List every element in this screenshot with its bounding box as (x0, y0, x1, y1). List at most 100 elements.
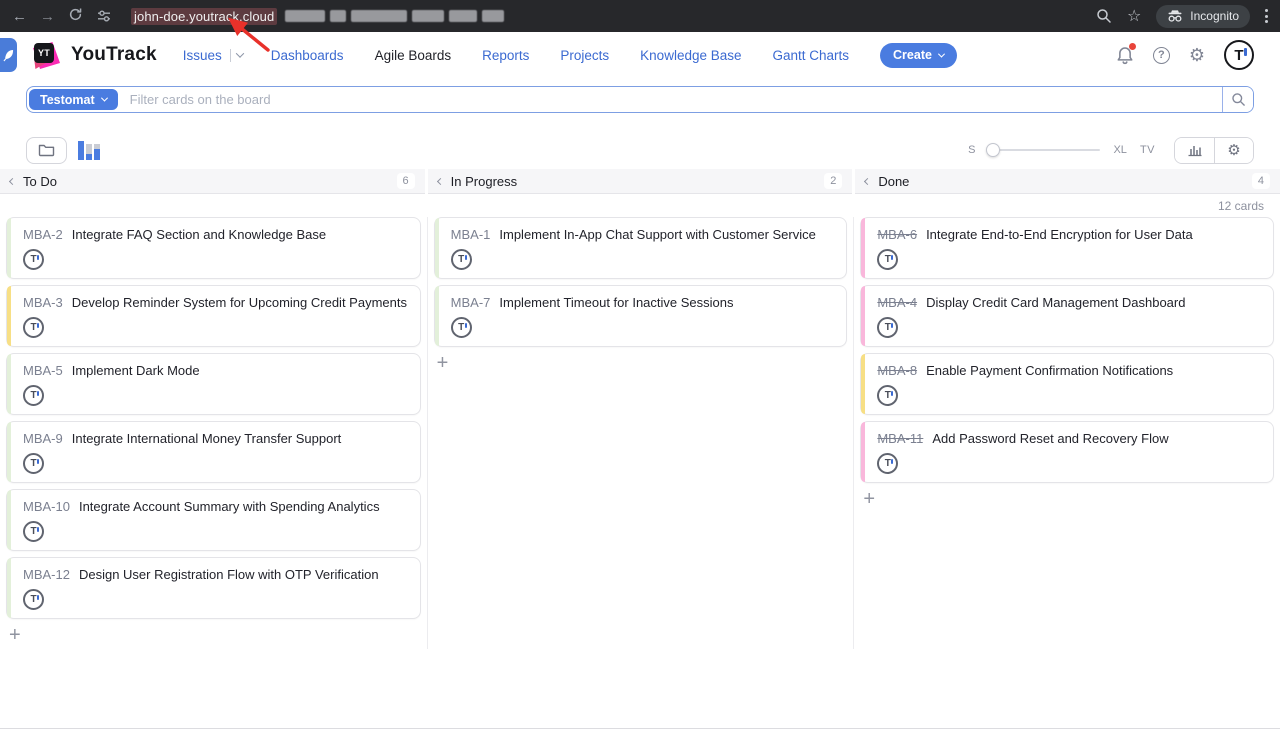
nav-item-knowledge-base[interactable]: Knowledge Base (640, 48, 741, 63)
nav-divider (230, 49, 231, 62)
youtrack-logo-icon[interactable]: YT (30, 39, 62, 71)
assignee-avatar[interactable]: T (23, 521, 44, 542)
backlog-folder-button[interactable] (26, 137, 67, 164)
filter-cards-input[interactable] (120, 92, 1222, 107)
bookmark-star-icon[interactable]: ☆ (1127, 6, 1141, 26)
assignee-avatar[interactable]: T (23, 589, 44, 610)
column-in-progress: MBA-1 Implement In-App Chat Support with … (427, 217, 854, 649)
zoom-page-icon[interactable] (1096, 8, 1112, 24)
collapse-column-icon[interactable] (437, 177, 444, 184)
collapse-column-icon[interactable] (864, 177, 871, 184)
nav-item-gantt-charts[interactable]: Gantt Charts (773, 48, 850, 63)
toolbar-right: S XL TV ⚙ (968, 137, 1254, 164)
card-title: Implement In-App Chat Support with Custo… (499, 227, 815, 242)
avatar-accent-mark (37, 391, 39, 396)
board-view-chart-icon[interactable] (78, 140, 100, 160)
avatar-letter: T (30, 322, 36, 333)
nav-item-dashboards[interactable]: Dashboards (271, 48, 344, 63)
assignee-avatar[interactable]: T (23, 453, 44, 474)
address-bar[interactable]: john-doe.youtrack.cloud (131, 8, 1083, 25)
card-id[interactable]: MBA-1 (451, 227, 491, 242)
nav-item-reports[interactable]: Reports (482, 48, 529, 63)
card-mba-6[interactable]: MBA-6Integrate End-to-End Encryption for… (860, 217, 1274, 279)
assignee-avatar[interactable]: T (877, 317, 898, 338)
avatar-accent-mark (891, 323, 893, 328)
tv-mode-button[interactable]: TV (1140, 144, 1155, 156)
board-selector-label: Testomat (40, 93, 95, 107)
assignee-avatar[interactable]: T (877, 453, 898, 474)
help-icon[interactable]: ? (1153, 47, 1170, 64)
url-text[interactable]: john-doe.youtrack.cloud (131, 8, 277, 25)
card-id[interactable]: MBA-12 (23, 567, 70, 582)
assignee-avatar[interactable]: T (877, 249, 898, 270)
card-mba-8[interactable]: MBA-8Enable Payment Confirmation Notific… (860, 353, 1274, 415)
card-mba-5[interactable]: MBA-5Implement Dark Mode T (6, 353, 421, 415)
logo-yt-badge: YT (34, 43, 54, 63)
card-mba-3[interactable]: MBA-3Develop Reminder System for Upcomin… (6, 285, 421, 347)
nav-item-agile-boards[interactable]: Agile Boards (375, 48, 452, 63)
assignee-avatar[interactable]: T (451, 317, 472, 338)
add-card-button[interactable]: + (434, 353, 456, 373)
card-mba-7[interactable]: MBA-7Implement Timeout for Inactive Sess… (434, 285, 848, 347)
card-accent-strip (435, 286, 439, 346)
browser-menu-icon[interactable] (1265, 9, 1268, 23)
settings-gear-icon[interactable]: ⚙ (1189, 46, 1205, 64)
site-info-icon[interactable] (96, 8, 112, 24)
browser-reload-icon[interactable] (68, 7, 83, 25)
card-mba-11[interactable]: MBA-11Add Password Reset and Recovery Fl… (860, 421, 1274, 483)
add-card-button[interactable]: + (860, 489, 882, 509)
board-selector-button[interactable]: Testomat (29, 89, 118, 110)
card-id[interactable]: MBA-8 (877, 363, 917, 378)
avatar-letter: T (885, 322, 891, 333)
avatar-accent-mark (465, 323, 467, 328)
card-id[interactable]: MBA-4 (877, 295, 917, 310)
card-mba-1[interactable]: MBA-1 Implement In-App Chat Support with … (434, 217, 848, 279)
card-id[interactable]: MBA-9 (23, 431, 63, 446)
card-mba-10[interactable]: MBA-10Integrate Account Summary with Spe… (6, 489, 421, 551)
nav-item-projects[interactable]: Projects (560, 48, 609, 63)
card-mba-4[interactable]: MBA-4Display Credit Card Management Dash… (860, 285, 1274, 347)
card-id[interactable]: MBA-10 (23, 499, 70, 514)
browser-forward-icon[interactable]: → (40, 9, 55, 24)
main-nav: Issues Dashboards Agile Boards Reports Proje… (183, 48, 880, 63)
burndown-chart-button[interactable] (1175, 138, 1214, 163)
app-title[interactable]: YouTrack (71, 44, 157, 66)
card-mba-9[interactable]: MBA-9Integrate International Money Trans… (6, 421, 421, 483)
card-top-row: MBA-5Implement Dark Mode (23, 363, 410, 378)
assignee-avatar[interactable]: T (877, 385, 898, 406)
card-size-slider[interactable] (988, 149, 1100, 151)
user-avatar[interactable]: T (1224, 40, 1254, 70)
avatar-letter: T (30, 254, 36, 265)
avatar-letter: T (30, 526, 36, 537)
avatar-letter: T (458, 322, 464, 333)
avatar-accent-mark (37, 459, 39, 464)
card-top-row: MBA-9Integrate International Money Trans… (23, 431, 410, 446)
browser-back-icon[interactable]: ← (12, 9, 27, 24)
assignee-avatar[interactable]: T (23, 249, 44, 270)
avatar-letter: T (1234, 47, 1243, 64)
card-mba-12[interactable]: MBA-12Design User Registration Flow with… (6, 557, 421, 619)
chevron-down-icon[interactable] (236, 49, 244, 57)
card-id[interactable]: MBA-5 (23, 363, 63, 378)
assignee-avatar[interactable]: T (23, 385, 44, 406)
board-settings-button[interactable]: ⚙ (1214, 138, 1253, 163)
card-id[interactable]: MBA-6 (877, 227, 917, 242)
card-mba-2[interactable]: MBA-2 Integrate FAQ Section and Knowledge… (6, 217, 421, 279)
card-title: Integrate FAQ Section and Knowledge Base (72, 227, 326, 242)
card-id[interactable]: MBA-7 (451, 295, 491, 310)
cards-total-label: 12 cards (1218, 199, 1264, 213)
create-button[interactable]: Create (880, 43, 957, 68)
assignee-avatar[interactable]: T (451, 249, 472, 270)
card-id[interactable]: MBA-3 (23, 295, 63, 310)
notifications-bell-icon[interactable] (1116, 46, 1134, 65)
card-id[interactable]: MBA-11 (877, 431, 923, 446)
slider-knob[interactable] (986, 143, 1000, 157)
search-button[interactable] (1222, 87, 1253, 112)
add-card-button[interactable]: + (6, 625, 28, 645)
card-top-row: MBA-11Add Password Reset and Recovery Fl… (877, 431, 1263, 446)
collapse-column-icon[interactable] (9, 177, 16, 184)
nav-item-issues[interactable]: Issues (183, 48, 222, 63)
sidebar-tab[interactable] (0, 38, 17, 72)
card-id[interactable]: MBA-2 (23, 227, 63, 242)
assignee-avatar[interactable]: T (23, 317, 44, 338)
